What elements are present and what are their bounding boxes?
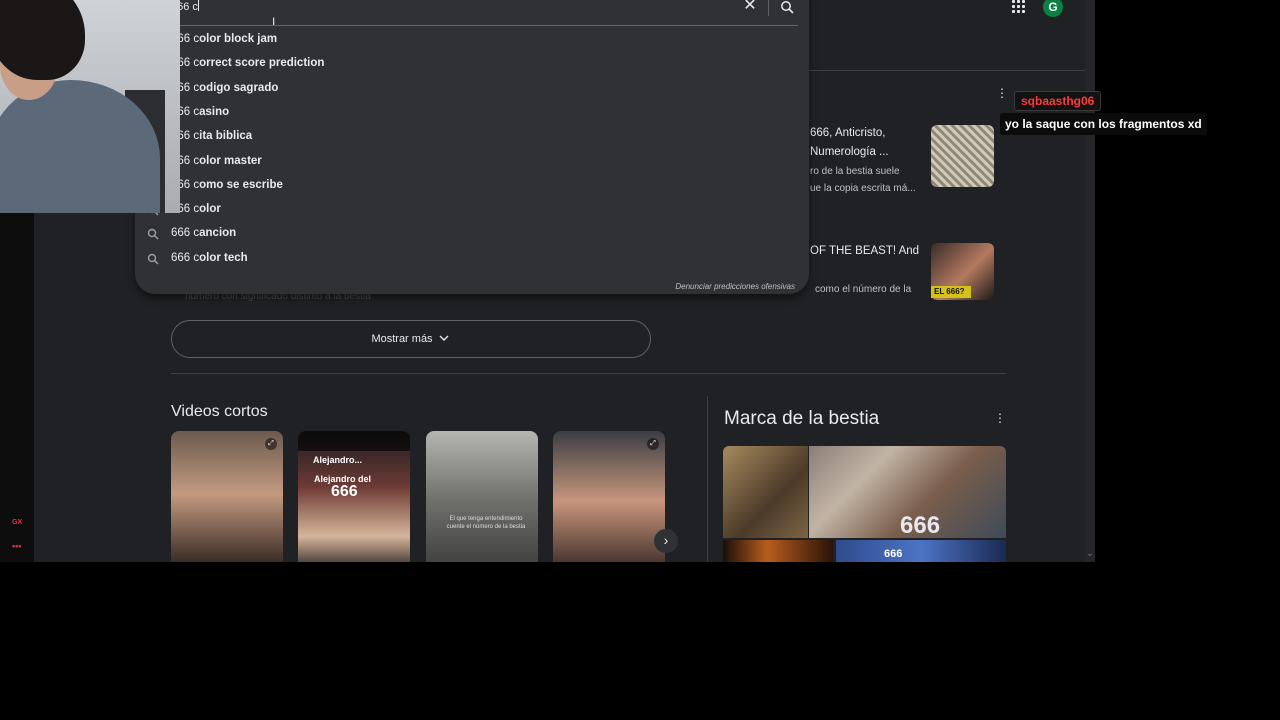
show-more-button[interactable]: Mostrar más xyxy=(171,320,651,358)
close-icon[interactable]: ✕ xyxy=(743,0,757,14)
video-caption: El que tenga entendimiento cuente el núm… xyxy=(446,516,526,530)
search-input[interactable]: 666 c xyxy=(171,0,471,14)
video-number: 666 xyxy=(331,483,358,500)
suggestion-text: 666 cita biblica xyxy=(171,130,252,142)
search-divider xyxy=(136,25,798,26)
suggestion-text: 666 cancion xyxy=(171,227,236,239)
result-snippet: ro de la bestia suele xyxy=(810,166,900,177)
suggestion-item[interactable]: 666 color xyxy=(140,198,800,222)
suggestion-completion: olor block jam xyxy=(199,33,278,45)
panel-divider xyxy=(707,396,708,562)
search-icon xyxy=(147,228,159,240)
suggestion-prefix: 666 c xyxy=(171,227,200,239)
section-divider xyxy=(171,373,1006,374)
gx-more-icon[interactable]: ••• xyxy=(12,541,21,551)
search-icon[interactable] xyxy=(780,0,794,14)
suggestion-completion: orrect score prediction xyxy=(199,57,325,69)
fullscreen-icon[interactable]: ⤢ xyxy=(647,438,659,450)
short-video-card[interactable]: El que tenga entendimiento cuente el núm… xyxy=(426,431,538,562)
suggestion-item[interactable]: 666 codigo sagrado xyxy=(140,77,800,101)
report-predictions-link[interactable]: Denunciar predicciones ofensivas xyxy=(640,282,795,291)
suggestion-completion: asino xyxy=(199,106,230,118)
suggestion-completion: olor xyxy=(199,203,221,215)
suggestion-text: 666 como se escribe xyxy=(171,179,283,191)
short-video-card[interactable]: ⤢ xyxy=(553,431,665,562)
suggestion-text: 666 correct score prediction xyxy=(171,57,324,69)
show-more-label: Mostrar más xyxy=(371,333,433,345)
short-video-card[interactable]: ⤢ xyxy=(171,431,283,562)
chevron-down-icon xyxy=(439,335,449,341)
suggestion-item[interactable]: 666 color tech xyxy=(140,247,800,271)
text-cursor-icon: I xyxy=(272,15,276,29)
suggestion-item[interactable]: 666 correct score prediction xyxy=(140,52,800,76)
account-avatar[interactable]: G xyxy=(1043,0,1063,17)
webcam-overlay xyxy=(0,0,180,213)
suggestion-item[interactable]: 666 cancion xyxy=(140,222,800,246)
gx-logo[interactable]: GX xyxy=(12,519,22,526)
scrollbar[interactable] xyxy=(1085,0,1095,562)
result-title[interactable]: 666, Anticristo, xyxy=(810,127,885,139)
webcam-person-hair xyxy=(0,0,85,80)
suggestion-item[interactable]: 666 como se escribe xyxy=(140,174,800,198)
chat-username: sqbaasthg06 xyxy=(1014,91,1102,111)
chat-message: yo la saque con los fragmentos xd xyxy=(1000,113,1207,135)
suggestion-completion: ita biblica xyxy=(199,130,253,142)
fullscreen-icon[interactable]: ⤢ xyxy=(265,438,277,450)
suggestion-completion: omo se escribe xyxy=(199,179,283,191)
result-snippet-cont: ue la copia escrita má... xyxy=(810,183,916,194)
browser-viewport: ⌄ gle G ⋮ 666, Anticristo, Numerología .… xyxy=(0,0,1095,562)
thumbnail-badge: EL 666? xyxy=(931,286,971,298)
panel-image-number: 666 xyxy=(884,548,903,560)
suggestion-completion: olor tech xyxy=(199,252,248,264)
panel-image[interactable] xyxy=(723,446,808,538)
apps-grid-icon[interactable] xyxy=(1012,0,1028,14)
short-videos-heading: Videos cortos xyxy=(171,403,268,420)
more-options-icon[interactable]: ⋮ xyxy=(994,411,1006,425)
suggestion-completion: odigo sagrado xyxy=(199,82,279,94)
suggestion-item[interactable]: 666 color master xyxy=(140,150,800,174)
scroll-down-arrow-icon[interactable]: ⌄ xyxy=(1085,548,1095,560)
suggestion-text: 666 color tech xyxy=(171,252,248,264)
search-separator xyxy=(768,0,769,16)
suggestion-completion: olor master xyxy=(199,155,262,167)
suggestion-completion: ancion xyxy=(199,227,237,239)
video-title: Alejandro... xyxy=(313,455,363,465)
suggestion-text: 666 color master xyxy=(171,155,262,167)
screen: ⌄ gle G ⋮ 666, Anticristo, Numerología .… xyxy=(0,0,1280,720)
video-top-bar xyxy=(298,431,410,451)
search-icon xyxy=(147,253,159,265)
suggestion-item[interactable]: 666 cita biblica xyxy=(140,125,800,149)
knowledge-panel-title: Marca de la bestia xyxy=(724,408,880,429)
result-title-2[interactable]: OF THE BEAST! And xyxy=(810,245,919,257)
result-title-cont[interactable]: Numerología ... xyxy=(810,146,889,158)
suggestion-item[interactable]: 666 color block jam xyxy=(140,28,800,52)
panel-image[interactable] xyxy=(836,540,1006,562)
suggestion-prefix: 666 c xyxy=(171,252,200,264)
result-thumbnail[interactable] xyxy=(931,125,994,187)
panel-image[interactable] xyxy=(723,540,833,562)
suggestion-text: 666 codigo sagrado xyxy=(171,82,278,94)
suggestion-item[interactable]: 666 casino xyxy=(140,101,800,125)
panel-image-number: 666 xyxy=(900,512,941,539)
suggestion-text: 666 color block jam xyxy=(171,33,277,45)
next-arrow-icon[interactable]: › xyxy=(654,529,678,553)
more-options-icon[interactable]: ⋮ xyxy=(996,86,1008,100)
short-video-card[interactable]: Alejandro... Alejandro del 666 xyxy=(298,431,410,562)
result-snippet-2: como el número de la xyxy=(815,284,912,295)
